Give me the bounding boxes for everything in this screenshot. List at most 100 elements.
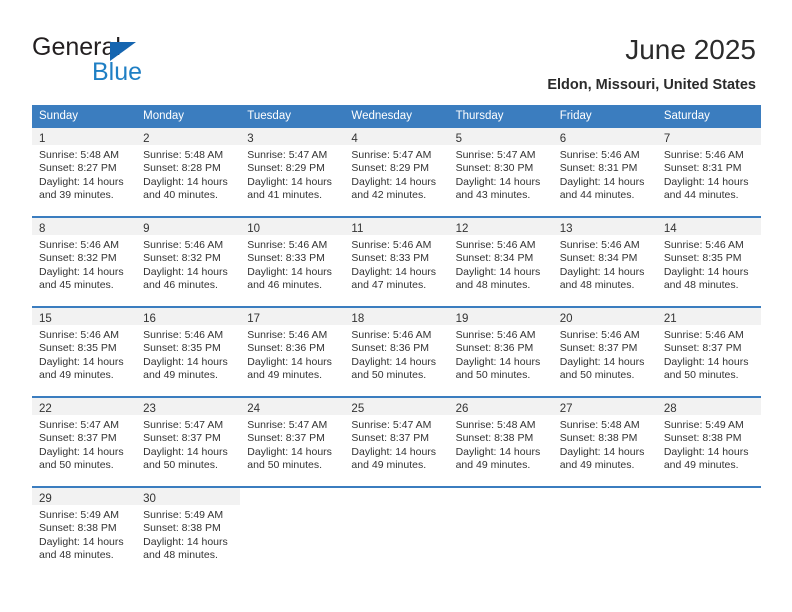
day-cell[interactable]: 27 Sunrise: 5:48 AM Sunset: 8:38 PM Dayligh…	[552, 398, 657, 486]
sunrise-text: Sunrise: 5:46 AM	[455, 239, 536, 251]
day-number: 27	[559, 403, 573, 415]
sunrise-text: Sunrise: 5:46 AM	[455, 329, 536, 341]
day-cell[interactable]: 20 Sunrise: 5:46 AM Sunset: 8:37 PM Dayligh…	[552, 308, 657, 396]
day-cell[interactable]: 24 Sunrise: 5:47 AM Sunset: 8:37 PM Dayligh…	[240, 398, 345, 486]
calendar-cell-day[interactable]: 8 Sunrise: 5:46 AM Sunset: 8:32 PM Daylight…	[32, 216, 137, 307]
general-blue-logo[interactable]: General Blue	[32, 33, 232, 89]
weekday-header-friday: Friday	[552, 105, 657, 127]
calendar-cell-day[interactable]: 15 Sunrise: 5:46 AM Sunset: 8:35 PM Dayligh…	[32, 306, 137, 397]
calendar-cell-day[interactable]: 5 Sunrise: 5:47 AM Sunset: 8:30 PM Daylight…	[448, 126, 553, 217]
day-cell[interactable]: 14 Sunrise: 5:46 AM Sunset: 8:35 PM Dayligh…	[656, 218, 761, 306]
day-cell[interactable]: 19 Sunrise: 5:46 AM Sunset: 8:36 PM Dayligh…	[448, 308, 553, 396]
calendar-cell-day[interactable]: 14 Sunrise: 5:46 AM Sunset: 8:35 PM Dayligh…	[656, 216, 761, 307]
sunrise-text: Sunrise: 5:47 AM	[351, 149, 432, 161]
calendar-cell-day[interactable]: 30 Sunrise: 5:49 AM Sunset: 8:38 PM Dayligh…	[136, 486, 241, 576]
daylight-text: Daylight: 14 hours and 48 minutes.	[559, 265, 645, 292]
calendar-cell-day[interactable]: 25 Sunrise: 5:47 AM Sunset: 8:37 PM Dayligh…	[344, 396, 449, 487]
sunrise-text: Sunrise: 5:48 AM	[39, 149, 119, 161]
calendar-cell-day[interactable]: 3 Sunrise: 5:47 AM Sunset: 8:29 PM Daylight…	[240, 126, 345, 217]
day-number: 4	[351, 133, 358, 145]
calendar-cell-day[interactable]: 29 Sunrise: 5:49 AM Sunset: 8:38 PM Dayligh…	[32, 486, 137, 576]
daylight-text: Daylight: 14 hours and 48 minutes.	[455, 265, 541, 292]
daylight-text: Daylight: 14 hours and 43 minutes.	[455, 175, 541, 202]
calendar-cell-day[interactable]: 4 Sunrise: 5:47 AM Sunset: 8:29 PM Daylight…	[344, 126, 449, 217]
calendar-cell-day[interactable]: 11 Sunrise: 5:46 AM Sunset: 8:33 PM Dayligh…	[344, 216, 449, 307]
day-number-band: 27	[552, 398, 657, 415]
daylight-text: Daylight: 14 hours and 50 minutes.	[351, 355, 437, 382]
daylight-text: Daylight: 14 hours and 50 minutes.	[663, 355, 749, 382]
calendar-cell-day[interactable]: 13 Sunrise: 5:46 AM Sunset: 8:34 PM Dayligh…	[552, 216, 657, 307]
day-cell[interactable]: 18 Sunrise: 5:46 AM Sunset: 8:36 PM Dayligh…	[344, 308, 449, 396]
calendar-cell-day[interactable]: 22 Sunrise: 5:47 AM Sunset: 8:37 PM Dayligh…	[32, 396, 137, 487]
calendar-cell-day[interactable]: 23 Sunrise: 5:47 AM Sunset: 8:37 PM Dayligh…	[136, 396, 241, 487]
day-cell[interactable]: 29 Sunrise: 5:49 AM Sunset: 8:38 PM Dayligh…	[32, 488, 137, 576]
calendar-cell-day[interactable]: 12 Sunrise: 5:46 AM Sunset: 8:34 PM Dayligh…	[448, 216, 553, 307]
sunset-text: Sunset: 8:37 PM	[559, 342, 638, 355]
day-number-band: 18	[344, 308, 449, 325]
sunrise-text: Sunrise: 5:46 AM	[39, 329, 119, 341]
day-cell[interactable]: 28 Sunrise: 5:49 AM Sunset: 8:38 PM Dayligh…	[656, 398, 761, 486]
day-cell[interactable]: 17 Sunrise: 5:46 AM Sunset: 8:36 PM Dayligh…	[240, 308, 345, 396]
day-number: 7	[663, 133, 671, 145]
calendar-cell-day[interactable]: 20 Sunrise: 5:46 AM Sunset: 8:37 PM Dayligh…	[552, 306, 657, 397]
day-cell[interactable]: 9 Sunrise: 5:46 AM Sunset: 8:32 PM Daylight…	[136, 218, 241, 306]
day-cell[interactable]: 30 Sunrise: 5:49 AM Sunset: 8:38 PM Dayligh…	[136, 488, 241, 576]
day-sun-info: Sunrise: 5:46 AM Sunset: 8:35 PM Daylight:…	[657, 235, 761, 293]
day-cell[interactable]: 2 Sunrise: 5:48 AM Sunset: 8:28 PM Daylight…	[136, 128, 241, 216]
day-cell[interactable]: 16 Sunrise: 5:46 AM Sunset: 8:35 PM Dayligh…	[136, 308, 241, 396]
daylight-text: Daylight: 14 hours and 45 minutes.	[39, 265, 124, 292]
day-cell[interactable]: 23 Sunrise: 5:47 AM Sunset: 8:37 PM Dayligh…	[136, 398, 241, 486]
calendar-cell-day[interactable]: 27 Sunrise: 5:48 AM Sunset: 8:38 PM Dayligh…	[552, 396, 657, 487]
day-sun-info: Sunrise: 5:46 AM Sunset: 8:36 PM Daylight:…	[449, 325, 553, 383]
day-cell[interactable]: 7 Sunrise: 5:46 AM Sunset: 8:31 PM Daylight…	[656, 128, 761, 216]
day-number: 10	[247, 223, 261, 235]
day-cell[interactable]: 21 Sunrise: 5:46 AM Sunset: 8:37 PM Dayligh…	[656, 308, 761, 396]
day-cell[interactable]: 25 Sunrise: 5:47 AM Sunset: 8:37 PM Dayligh…	[344, 398, 449, 486]
calendar-cell-day[interactable]: 21 Sunrise: 5:46 AM Sunset: 8:37 PM Dayligh…	[656, 306, 761, 397]
day-cell[interactable]: 12 Sunrise: 5:46 AM Sunset: 8:34 PM Dayligh…	[448, 218, 553, 306]
calendar-cell-day[interactable]: 1 Sunrise: 5:48 AM Sunset: 8:27 PM Daylight…	[32, 126, 137, 217]
calendar-cell-day[interactable]: 24 Sunrise: 5:47 AM Sunset: 8:37 PM Dayligh…	[240, 396, 345, 487]
day-sun-info: Sunrise: 5:49 AM Sunset: 8:38 PM Daylight:…	[136, 505, 240, 563]
calendar-cell-empty	[552, 486, 657, 576]
day-number-band: 8	[32, 218, 137, 235]
day-cell[interactable]: 5 Sunrise: 5:47 AM Sunset: 8:30 PM Daylight…	[448, 128, 553, 216]
day-cell[interactable]: 26 Sunrise: 5:48 AM Sunset: 8:38 PM Dayligh…	[448, 398, 553, 486]
sunset-text: Sunset: 8:27 PM	[39, 162, 117, 175]
day-number: 24	[247, 403, 261, 415]
calendar-cell-day[interactable]: 7 Sunrise: 5:46 AM Sunset: 8:31 PM Daylight…	[656, 126, 761, 217]
calendar-cell-day[interactable]: 18 Sunrise: 5:46 AM Sunset: 8:36 PM Dayligh…	[344, 306, 449, 397]
calendar-cell-day[interactable]: 17 Sunrise: 5:46 AM Sunset: 8:36 PM Dayligh…	[240, 306, 345, 397]
day-cell[interactable]: 4 Sunrise: 5:47 AM Sunset: 8:29 PM Daylight…	[344, 128, 449, 216]
calendar-cell-day[interactable]: 2 Sunrise: 5:48 AM Sunset: 8:28 PM Daylight…	[136, 126, 241, 217]
day-cell[interactable]: 1 Sunrise: 5:48 AM Sunset: 8:27 PM Daylight…	[32, 128, 137, 216]
sunset-text: Sunset: 8:38 PM	[455, 432, 534, 445]
day-number: 2	[143, 133, 150, 145]
day-cell[interactable]: 22 Sunrise: 5:47 AM Sunset: 8:37 PM Dayligh…	[32, 398, 137, 486]
day-number-band: 17	[240, 308, 345, 325]
calendar-cell-day[interactable]: 10 Sunrise: 5:46 AM Sunset: 8:33 PM Dayligh…	[240, 216, 345, 307]
day-cell[interactable]: 10 Sunrise: 5:46 AM Sunset: 8:33 PM Dayligh…	[240, 218, 345, 306]
day-number: 30	[143, 493, 156, 505]
day-cell[interactable]: 3 Sunrise: 5:47 AM Sunset: 8:29 PM Daylight…	[240, 128, 345, 216]
sunset-text: Sunset: 8:36 PM	[455, 342, 534, 355]
day-number: 11	[351, 223, 364, 235]
calendar-cell-day[interactable]: 6 Sunrise: 5:46 AM Sunset: 8:31 PM Daylight…	[552, 126, 657, 217]
day-number: 5	[455, 133, 462, 145]
day-number: 25	[351, 403, 365, 415]
day-cell[interactable]: 6 Sunrise: 5:46 AM Sunset: 8:31 PM Daylight…	[552, 128, 657, 216]
day-cell[interactable]: 8 Sunrise: 5:46 AM Sunset: 8:32 PM Daylight…	[32, 218, 137, 306]
day-cell[interactable]: 11 Sunrise: 5:46 AM Sunset: 8:33 PM Dayligh…	[344, 218, 449, 306]
calendar-cell-day[interactable]: 19 Sunrise: 5:46 AM Sunset: 8:36 PM Dayligh…	[448, 306, 553, 397]
calendar-cell-day[interactable]: 28 Sunrise: 5:49 AM Sunset: 8:38 PM Dayligh…	[656, 396, 761, 487]
calendar-cell-day[interactable]: 16 Sunrise: 5:46 AM Sunset: 8:35 PM Dayligh…	[136, 306, 241, 397]
sunset-text: Sunset: 8:34 PM	[455, 252, 534, 265]
sunrise-text: Sunrise: 5:46 AM	[559, 149, 640, 161]
day-cell[interactable]: 13 Sunrise: 5:46 AM Sunset: 8:34 PM Dayligh…	[552, 218, 657, 306]
calendar-cell-day[interactable]: 26 Sunrise: 5:48 AM Sunset: 8:38 PM Dayligh…	[448, 396, 553, 487]
day-sun-info: Sunrise: 5:47 AM Sunset: 8:37 PM Daylight:…	[344, 415, 448, 473]
calendar-week-row: 29 Sunrise: 5:49 AM Sunset: 8:38 PM Dayligh…	[32, 486, 761, 576]
day-number: 17	[247, 313, 261, 325]
calendar-cell-day[interactable]: 9 Sunrise: 5:46 AM Sunset: 8:32 PM Daylight…	[136, 216, 241, 307]
day-cell[interactable]: 15 Sunrise: 5:46 AM Sunset: 8:35 PM Dayligh…	[32, 308, 137, 396]
